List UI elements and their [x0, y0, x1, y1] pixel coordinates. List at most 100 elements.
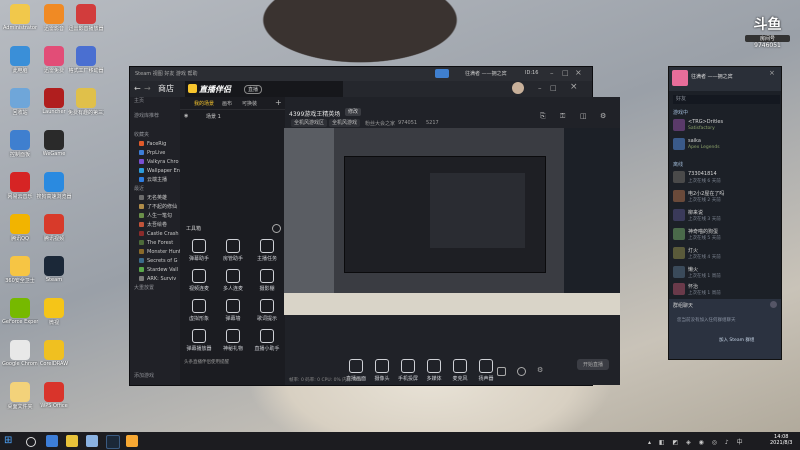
- toolbox-item[interactable]: 多人连麦: [218, 269, 248, 292]
- header-close-icon[interactable]: ×: [570, 82, 578, 92]
- nav-game-item[interactable]: 人生一笔勾: [130, 212, 180, 221]
- contact-item[interactable]: 怀治 上次在线 1 周前: [671, 281, 777, 298]
- contact-item[interactable]: 懒火 上次在线 1 周前: [671, 264, 777, 281]
- avatar[interactable]: [512, 82, 524, 94]
- desktop-icon[interactable]: 搜狗高速浏览器: [36, 172, 72, 200]
- nav-game-item[interactable]: 了不起的修仙: [130, 203, 180, 212]
- tab-skin[interactable]: 可换装: [242, 100, 257, 107]
- desktop-icon[interactable]: Steam: [36, 256, 72, 283]
- desktop-icon[interactable]: 此电脑: [2, 46, 38, 74]
- desktop-icon[interactable]: GeForce Experience: [2, 298, 38, 325]
- nav-game-item[interactable]: PrpLive: [130, 149, 180, 158]
- clock[interactable]: 14:08 2021/8/3: [770, 434, 792, 446]
- steam-taskbar-icon[interactable]: [106, 435, 120, 449]
- forward-icon[interactable]: →: [144, 84, 151, 93]
- nav-game-item[interactable]: 云端主播: [130, 176, 180, 185]
- record-icon[interactable]: [517, 367, 526, 376]
- desktop-icon[interactable]: 微视: [36, 298, 72, 326]
- bottom-tool-button[interactable]: 手机投屏: [397, 359, 419, 382]
- nav-recommend[interactable]: 游戏库推荐: [130, 112, 180, 121]
- share-icon[interactable]: ⎘: [540, 112, 546, 121]
- contact-item[interactable]: 神奇喵的狗蛋 上次在线 5 天前: [671, 226, 777, 243]
- file-explorer-icon[interactable]: [86, 435, 98, 447]
- nav-game-item[interactable]: Monster Hunt: [130, 248, 180, 257]
- header-restore-icon[interactable]: □: [550, 84, 557, 92]
- edit-title-button[interactable]: 修改: [345, 108, 362, 116]
- minimize-icon[interactable]: –: [550, 69, 554, 77]
- desktop-icon[interactable]: 控制面板: [2, 130, 38, 158]
- desktop-icon[interactable]: 腾讯视频: [36, 214, 72, 242]
- bottom-tool-button[interactable]: 麦克风: [449, 359, 471, 382]
- desktop-icon[interactable]: Launcher: [36, 88, 72, 115]
- nav-game-item[interactable]: Secrets of G: [130, 257, 180, 266]
- friends-close-icon[interactable]: ×: [769, 69, 775, 77]
- join-group-link[interactable]: 加入 Steam 群组: [719, 337, 754, 343]
- nav-game-item[interactable]: Wallpaper En: [130, 167, 180, 176]
- gear-icon[interactable]: ⚙: [537, 366, 543, 374]
- scene-row[interactable]: ◉ 场景 1: [180, 110, 285, 122]
- desktop-icon[interactable]: 免费有趣的第三方工具: [68, 88, 104, 116]
- group-offline[interactable]: 离线: [673, 161, 683, 168]
- bottom-tool-button[interactable]: 多媒体: [423, 359, 445, 382]
- desktop-icon[interactable]: WPS Office: [36, 382, 72, 409]
- bottom-tool-button[interactable]: 扬声器: [475, 359, 497, 382]
- desktop-icon[interactable]: 迅雷免费: [36, 46, 72, 74]
- desktop-icon[interactable]: 迅雷影音播放器: [68, 4, 104, 32]
- edge-icon[interactable]: [46, 435, 58, 447]
- titlebar-user[interactable]: 往满者 ——拥之宾: [465, 70, 507, 77]
- nav-game-item[interactable]: FaceRig: [130, 140, 180, 149]
- group-ingame[interactable]: 游戏中: [673, 109, 688, 116]
- camera-icon[interactable]: [497, 367, 506, 376]
- titlebar-menu[interactable]: Steam 视图 好友 游戏 帮助: [135, 70, 198, 77]
- start-live-button[interactable]: 开始直播: [577, 359, 610, 370]
- desktop-icon[interactable]: Administrator: [2, 4, 38, 31]
- toolbox-item[interactable]: 歌词提示: [252, 299, 282, 322]
- desktop-icon[interactable]: 桌面文件夹: [2, 382, 38, 410]
- nav-section-heavy[interactable]: 大重放置: [130, 284, 180, 293]
- contact-item[interactable]: 电2小2屋在了吗 上次在线 2 天前: [671, 188, 777, 205]
- desktop-icon[interactable]: 回收站: [2, 88, 38, 116]
- desktop-icon[interactable]: 格式工厂移动器: [68, 46, 104, 74]
- friends-search-input[interactable]: 好友: [673, 95, 780, 104]
- desktop-icon[interactable]: 迅雷影音: [36, 4, 72, 32]
- bottom-tool-button[interactable]: 摄像头: [371, 359, 393, 382]
- maximize-icon[interactable]: □: [562, 69, 569, 77]
- desktop-icon[interactable]: 360安全卫士: [2, 256, 38, 284]
- add-scene-icon[interactable]: +: [275, 98, 282, 107]
- contact-item[interactable]: 733041814 上次在线 6 天前: [671, 169, 777, 186]
- nav-game-item[interactable]: 无名英雄: [130, 194, 180, 203]
- nav-home[interactable]: 主页: [130, 97, 180, 106]
- broadcast-icon[interactable]: [435, 69, 449, 78]
- subcategory-tag[interactable]: 全机风游戏: [329, 119, 361, 127]
- toolbox-item[interactable]: 弹幕墙: [218, 299, 248, 322]
- nav-recent[interactable]: 最近: [130, 185, 180, 194]
- tab-store[interactable]: 商店: [158, 83, 174, 94]
- user-avatar[interactable]: [672, 70, 688, 86]
- nav-game-item[interactable]: Stardew Vall: [130, 266, 180, 275]
- contact-item[interactable]: <TRG>Dritles Satisfactory: [671, 117, 777, 134]
- group-add-icon[interactable]: [770, 301, 777, 308]
- nav-game-item[interactable]: Valkyra Chro: [130, 158, 180, 167]
- settings-icon[interactable]: ⚙: [600, 112, 606, 120]
- nav-game-item[interactable]: ARK: Surviv: [130, 275, 180, 284]
- header-minimize-icon[interactable]: –: [538, 84, 542, 92]
- toolbox-item[interactable]: 弹幕播放器: [184, 329, 214, 352]
- toolbox-item[interactable]: 虚拟形象: [184, 299, 214, 322]
- nav-game-item[interactable]: 太吾绘卷: [130, 221, 180, 230]
- toolbox-item[interactable]: 视频连麦: [184, 269, 214, 292]
- toolbox-item[interactable]: 房管助手: [218, 239, 248, 262]
- lock-icon[interactable]: ⚿: [560, 112, 565, 121]
- toolbox-item[interactable]: 直播小助手: [252, 329, 282, 352]
- live-companion-taskbar-icon[interactable]: [126, 435, 138, 447]
- tray-icons[interactable]: ▴ ◧ ◩ ◈ ◉ ◎ ♪ 中: [648, 437, 746, 446]
- chrome-icon[interactable]: [66, 435, 78, 447]
- toolbox-item[interactable]: 弹幕助手: [184, 239, 214, 262]
- toolbox-more-icon[interactable]: [272, 224, 281, 233]
- close-icon[interactable]: ×: [575, 68, 582, 77]
- nav-game-item[interactable]: Castle Crash: [130, 230, 180, 239]
- start-icon[interactable]: ⊞: [4, 435, 16, 447]
- eye-icon[interactable]: ◉: [184, 113, 188, 119]
- contact-item[interactable]: 灯火 上次在线 4 天前: [671, 245, 777, 262]
- app-badge[interactable]: 直播: [244, 85, 263, 94]
- search-icon[interactable]: [26, 437, 36, 447]
